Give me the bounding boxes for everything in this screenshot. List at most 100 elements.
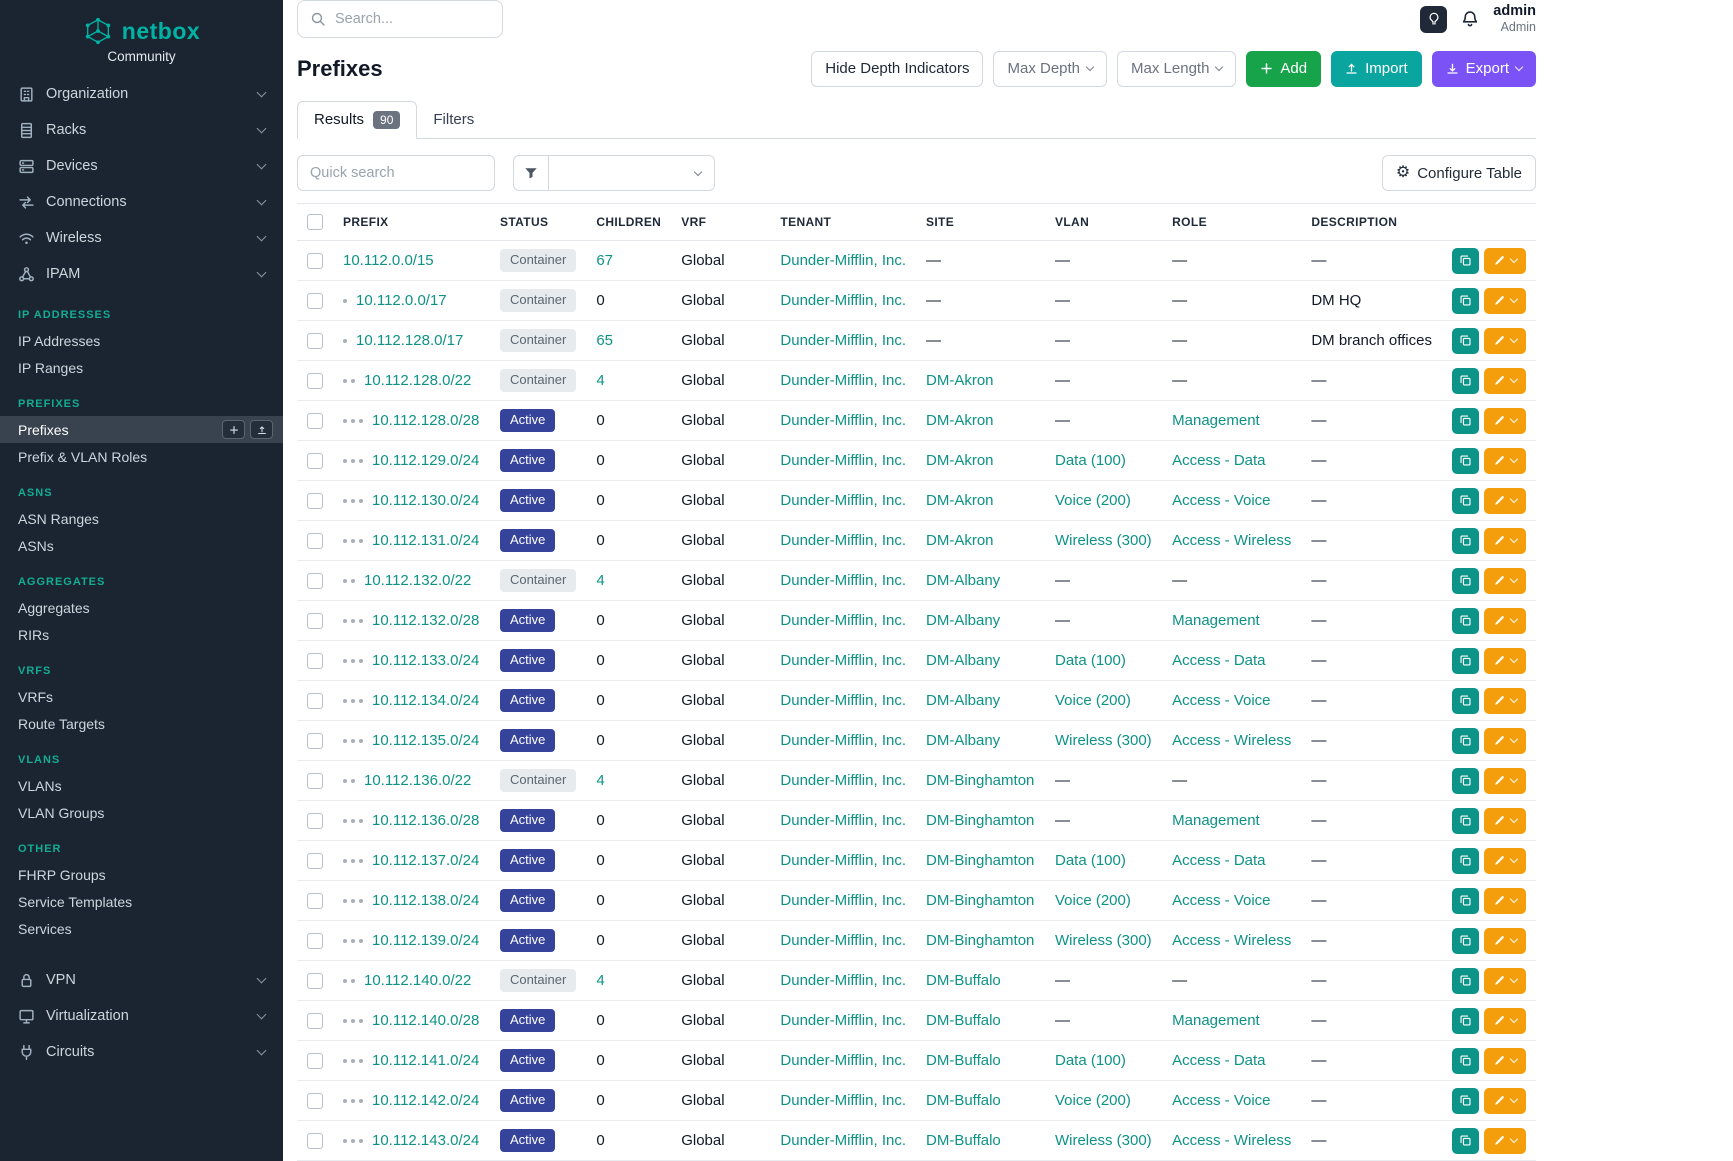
edit-button[interactable] [1484,688,1526,714]
tenant-link[interactable]: Dunder-Mifflin, Inc. [780,732,906,749]
sidebar-item-connections[interactable]: Connections [0,184,283,220]
prefix-link[interactable]: 10.112.0.0/17 [356,292,447,309]
edit-button[interactable] [1484,768,1526,794]
row-checkbox[interactable] [307,573,323,589]
sidebar-item-vlan-groups[interactable]: VLAN Groups [0,799,283,826]
prefix-link[interactable]: 10.112.136.0/28 [372,812,479,829]
tenant-link[interactable]: Dunder-Mifflin, Inc. [780,572,906,589]
prefix-link[interactable]: 10.112.143.0/24 [372,1132,479,1149]
prefix-link[interactable]: 10.112.138.0/24 [372,892,479,909]
sidebar-item-wireless[interactable]: Wireless [0,220,283,256]
copy-button[interactable] [1452,1008,1479,1034]
edit-button[interactable] [1484,608,1526,634]
quick-search-input[interactable] [297,155,495,191]
search-input[interactable] [335,11,490,27]
copy-button[interactable] [1452,848,1479,874]
row-checkbox[interactable] [307,253,323,269]
copy-button[interactable] [1452,728,1479,754]
row-checkbox[interactable] [307,293,323,309]
sidebar-item-route-targets[interactable]: Route Targets [0,710,283,737]
prefix-link[interactable]: 10.112.133.0/24 [372,652,479,669]
row-checkbox[interactable] [307,613,323,629]
export-button[interactable]: Export [1432,51,1536,87]
sidebar-item-racks[interactable]: Racks [0,112,283,148]
prefix-link[interactable]: 10.112.128.0/28 [372,412,479,429]
configure-table-button[interactable]: ⚙ Configure Table [1382,155,1536,191]
tenant-link[interactable]: Dunder-Mifflin, Inc. [780,772,906,789]
row-checkbox[interactable] [307,413,323,429]
edit-button[interactable] [1484,1088,1526,1114]
prefix-link[interactable]: 10.112.131.0/24 [372,532,479,549]
edit-button[interactable] [1484,408,1526,434]
tenant-link[interactable]: Dunder-Mifflin, Inc. [780,1132,906,1149]
edit-button[interactable] [1484,1128,1526,1154]
row-checkbox[interactable] [307,933,323,949]
edit-button[interactable] [1484,888,1526,914]
edit-button[interactable] [1484,1048,1526,1074]
edit-button[interactable] [1484,288,1526,314]
row-checkbox[interactable] [307,653,323,669]
notifications-button[interactable] [1461,10,1479,28]
prefix-link[interactable]: 10.112.142.0/24 [372,1092,479,1109]
select-all-checkbox[interactable] [307,214,323,230]
sidebar-item-aggregates[interactable]: Aggregates [0,594,283,621]
row-checkbox[interactable] [307,853,323,869]
copy-button[interactable] [1452,488,1479,514]
prefix-link[interactable]: 10.112.140.0/22 [364,972,471,989]
filter-button[interactable] [513,155,549,191]
prefix-link[interactable]: 10.112.134.0/24 [372,692,479,709]
max-length-dropdown[interactable]: Max Length [1117,51,1236,87]
prefix-link[interactable]: 10.112.139.0/24 [372,932,479,949]
prefix-link[interactable]: 10.112.140.0/28 [372,1012,479,1029]
edit-button[interactable] [1484,848,1526,874]
prefix-link[interactable]: 10.112.136.0/22 [364,772,471,789]
tenant-link[interactable]: Dunder-Mifflin, Inc. [780,1012,906,1029]
prefix-link[interactable]: 10.112.135.0/24 [372,732,479,749]
copy-button[interactable] [1452,448,1479,474]
tenant-link[interactable]: Dunder-Mifflin, Inc. [780,532,906,549]
tab-filters[interactable]: Filters [417,101,490,138]
column-header-site[interactable]: SITE [916,204,1045,241]
brand[interactable]: netbox Community [0,0,283,76]
tenant-link[interactable]: Dunder-Mifflin, Inc. [780,292,906,309]
tenant-link[interactable]: Dunder-Mifflin, Inc. [780,892,906,909]
tenant-link[interactable]: Dunder-Mifflin, Inc. [780,972,906,989]
copy-button[interactable] [1452,1088,1479,1114]
row-checkbox[interactable] [307,1093,323,1109]
column-header-status[interactable]: STATUS [490,204,586,241]
row-checkbox[interactable] [307,893,323,909]
quick-import-button[interactable] [250,420,273,439]
column-header-vrf[interactable]: VRF [671,204,770,241]
column-header-children[interactable]: CHILDREN [586,204,671,241]
sidebar-item-prefix-vlan-roles[interactable]: Prefix & VLAN Roles [0,443,283,470]
copy-button[interactable] [1452,928,1479,954]
row-checkbox[interactable] [307,1053,323,1069]
edit-button[interactable] [1484,648,1526,674]
max-depth-dropdown[interactable]: Max Depth [993,51,1107,87]
edit-button[interactable] [1484,368,1526,394]
column-header-vlan[interactable]: VLAN [1045,204,1162,241]
tenant-link[interactable]: Dunder-Mifflin, Inc. [780,412,906,429]
sidebar-item-vrfs[interactable]: VRFs [0,683,283,710]
tenant-link[interactable]: Dunder-Mifflin, Inc. [780,932,906,949]
column-header-role[interactable]: ROLE [1162,204,1301,241]
row-checkbox[interactable] [307,453,323,469]
global-search[interactable] [297,0,503,38]
copy-button[interactable] [1452,688,1479,714]
tenant-link[interactable]: Dunder-Mifflin, Inc. [780,492,906,509]
sidebar-item-ipam[interactable]: IPAM [0,256,283,292]
sidebar-item-vlans[interactable]: VLANs [0,772,283,799]
prefix-link[interactable]: 10.112.130.0/24 [372,492,479,509]
add-button[interactable]: Add [1246,51,1321,87]
sidebar-item-circuits[interactable]: Circuits [0,1034,283,1070]
copy-button[interactable] [1452,608,1479,634]
copy-button[interactable] [1452,888,1479,914]
user-menu[interactable]: admin Admin [1493,3,1536,35]
prefix-link[interactable]: 10.112.132.0/22 [364,572,471,589]
copy-button[interactable] [1452,768,1479,794]
copy-button[interactable] [1452,1128,1479,1154]
prefix-link[interactable]: 10.112.141.0/24 [372,1052,479,1069]
prefix-link[interactable]: 10.112.137.0/24 [372,852,479,869]
row-checkbox[interactable] [307,533,323,549]
column-header-tenant[interactable]: TENANT [770,204,916,241]
